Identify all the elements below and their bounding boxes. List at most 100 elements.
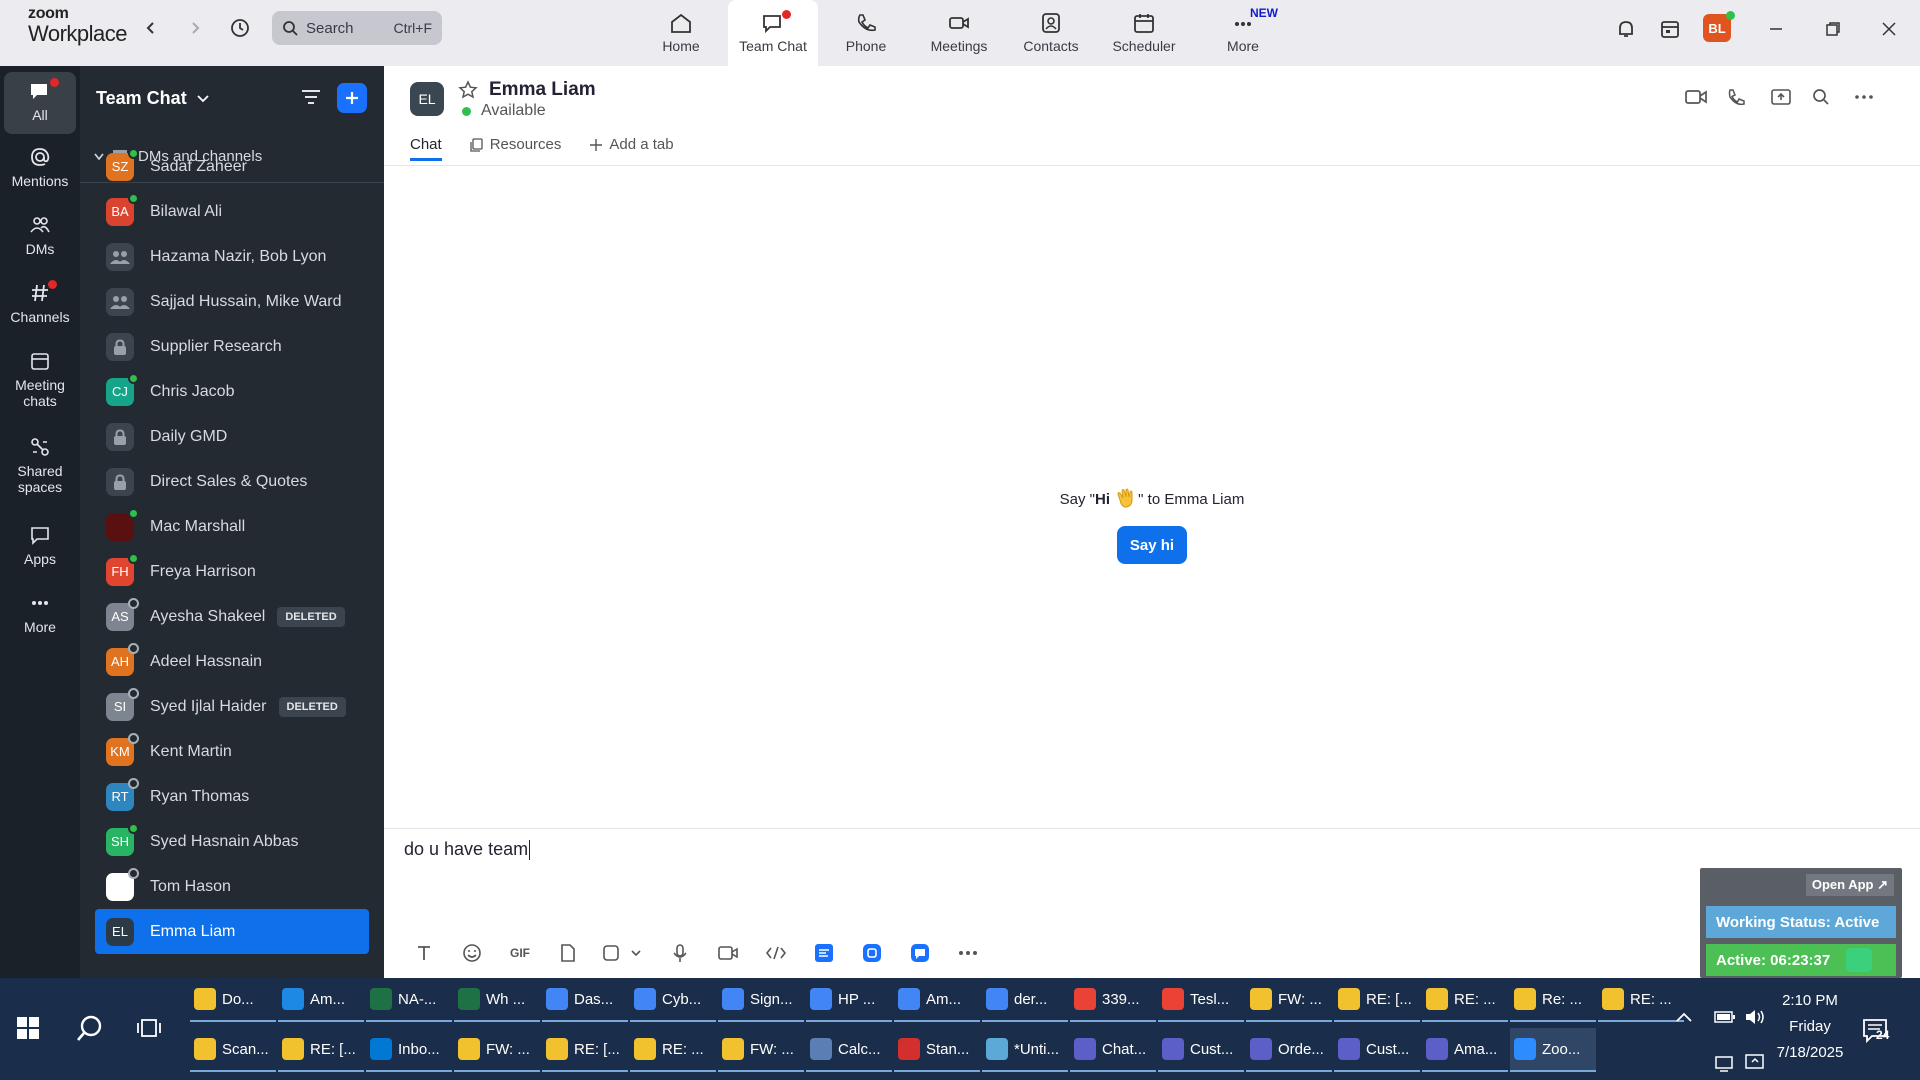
history-icon[interactable] [226,14,254,42]
calendar-top-icon[interactable] [1657,16,1683,42]
taskbar-app[interactable]: Das... [542,978,628,1022]
taskbar-app[interactable]: NA-... [366,978,452,1022]
list-item[interactable]: SH Syed Hasnain Abbas [80,819,384,864]
task-view-icon[interactable] [136,1016,162,1045]
taskbar-app[interactable]: RE: [... [278,1028,364,1072]
team-chat-dropdown[interactable]: Team Chat [96,88,209,109]
file-icon[interactable] [548,938,588,968]
list-item[interactable]: Direct Sales & Quotes [80,459,384,504]
taskbar-app[interactable]: Ama... [1422,1028,1508,1072]
microphone-icon[interactable] [660,938,700,968]
taskbar-app[interactable]: Chat... [1070,1028,1156,1072]
list-item[interactable]: CJ Chris Jacob [80,369,384,414]
taskbar-app[interactable]: Stan... [894,1028,980,1072]
taskbar-app[interactable]: Zoo... [1510,1028,1596,1072]
app-two-icon[interactable] [852,938,892,968]
phone-call-icon[interactable] [1726,88,1746,113]
gif-icon[interactable]: GIF [500,938,540,968]
taskbar-app[interactable]: Inbo... [366,1028,452,1072]
message-input[interactable]: do u have team [404,839,531,861]
list-item[interactable]: AS Ayesha Shakeel DELETED [80,594,384,639]
windows-start-icon[interactable] [16,1016,40,1045]
list-item[interactable]: AH Adeel Hassnain [80,639,384,684]
tab-resources[interactable]: Resources [470,136,561,161]
app-one-icon[interactable] [804,938,844,968]
tab-home[interactable]: Home [636,0,726,66]
tab-add[interactable]: Add a tab [589,136,674,161]
say-hi-button[interactable]: Say hi [1117,526,1187,564]
battery-icon[interactable] [1714,1010,1736,1024]
screenshot-icon[interactable] [596,938,652,968]
taskbar-app[interactable]: Cust... [1334,1028,1420,1072]
filter-funnel-icon[interactable] [1846,948,1872,972]
taskbar-app[interactable]: Wh ... [454,978,540,1022]
close-icon[interactable] [1876,16,1902,42]
rail-more[interactable]: More [4,592,76,635]
taskbar-app[interactable]: Do... [190,978,276,1022]
tab-scheduler[interactable]: Scheduler [1099,0,1189,66]
system-clock[interactable]: 2:10 PM Friday 7/18/2025 [1760,988,1860,1066]
bell-icon[interactable] [1613,16,1639,42]
rail-dms[interactable]: DMs [4,214,76,257]
rail-channels[interactable]: Channels [4,280,76,325]
taskbar-app[interactable]: RE: ... [1422,978,1508,1022]
rail-shared-spaces[interactable]: Shared spaces [4,436,76,495]
contact-name[interactable]: Emma Liam [489,79,596,101]
rail-mentions[interactable]: Mentions [4,146,76,189]
contact-avatar[interactable]: EL [410,82,444,116]
list-item[interactable]: EL Emma Liam [95,909,369,954]
tab-team-chat[interactable]: Team Chat [728,0,818,66]
taskbar-app[interactable]: Am... [894,978,980,1022]
taskbar-app[interactable]: Cust... [1158,1028,1244,1072]
format-text-icon[interactable] [404,938,444,968]
taskbar-app[interactable]: Cyb... [630,978,716,1022]
notification-center-icon[interactable]: 24 [1862,1018,1892,1049]
tab-chat[interactable]: Chat [410,136,442,161]
back-arrow-icon[interactable] [137,14,165,42]
search-chat-icon[interactable] [1812,88,1830,111]
more-tools-icon[interactable] [948,938,988,968]
chevron-up-icon[interactable] [1676,1012,1692,1022]
taskbar-app[interactable]: FW: ... [454,1028,540,1072]
list-item[interactable]: SI Syed Ijlal Haider DELETED [80,684,384,729]
taskbar-app[interactable]: HP ... [806,978,892,1022]
taskbar-app[interactable]: RE: [... [542,1028,628,1072]
code-snippet-icon[interactable] [756,938,796,968]
list-item[interactable]: Mac Marshall [80,504,384,549]
tab-meetings[interactable]: Meetings [914,0,1004,66]
emoji-icon[interactable] [452,938,492,968]
taskbar-app[interactable]: Sign... [718,978,804,1022]
list-item[interactable]: Daily GMD [80,414,384,459]
search-box[interactable]: Search Ctrl+F [272,11,442,45]
taskbar-app[interactable]: *Unti... [982,1028,1068,1072]
new-chat-button[interactable] [337,83,367,113]
list-item[interactable]: SZ Sadaf Zaheer [80,144,384,189]
taskbar-app[interactable]: Orde... [1246,1028,1332,1072]
list-item[interactable]: BA Bilawal Ali [80,189,384,234]
filter-icon[interactable] [300,88,322,111]
tab-more[interactable]: NEW More [1198,0,1288,66]
taskbar-search-icon[interactable] [75,1014,105,1049]
taskbar-app[interactable]: RE: [... [1334,978,1420,1022]
taskbar-app[interactable]: FW: ... [718,1028,804,1072]
share-screen-icon[interactable] [1770,88,1792,111]
taskbar-app[interactable]: Scan... [190,1028,276,1072]
list-item[interactable]: Hazama Nazir, Bob Lyon [80,234,384,279]
app-three-icon[interactable] [900,938,940,968]
taskbar-app[interactable]: Re: ... [1510,978,1596,1022]
working-status[interactable]: Working Status: Active [1706,906,1896,938]
taskbar-app[interactable]: 339... [1070,978,1156,1022]
list-item[interactable]: Supplier Research [80,324,384,369]
taskbar-app[interactable]: der... [982,978,1068,1022]
list-item[interactable]: Tom Hason [80,864,384,909]
list-item[interactable]: Sajjad Hussain, Mike Ward [80,279,384,324]
tab-phone[interactable]: Phone [821,0,911,66]
network-icon[interactable] [1714,1054,1736,1072]
rail-all[interactable]: All [4,72,76,134]
tab-contacts[interactable]: Contacts [1006,0,1096,66]
restore-icon[interactable] [1820,16,1846,42]
taskbar-app[interactable]: Tesl... [1158,978,1244,1022]
rail-apps[interactable]: Apps [4,524,76,567]
forward-arrow-icon[interactable] [181,14,209,42]
list-item[interactable]: FH Freya Harrison [80,549,384,594]
